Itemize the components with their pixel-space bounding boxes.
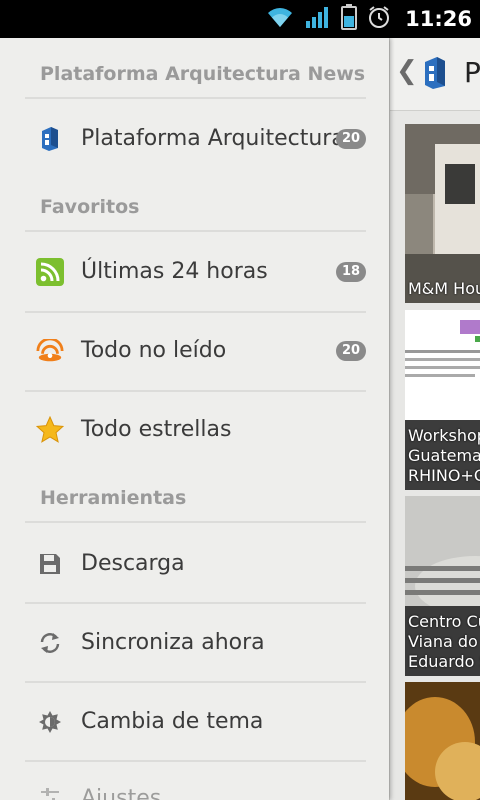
theme-icon: [36, 708, 64, 736]
tools-item-settings[interactable]: Ajustes: [25, 760, 366, 800]
star-icon: [36, 416, 64, 444]
wifi-icon: [265, 5, 295, 33]
article-title: M&M Hou: [408, 279, 480, 298]
drawer-app-title: Plataforma Arquitectura News: [40, 63, 366, 85]
screen: ❮ P M&M Hou Workshop Guatemal RHINO+G Ce…: [0, 38, 480, 800]
article-thumbnail: [405, 682, 480, 800]
status-bar: 11:26: [0, 0, 480, 38]
battery-icon: [341, 4, 358, 34]
divider: [25, 97, 366, 99]
article-card[interactable]: Workshop Guatemal RHINO+G: [405, 310, 480, 490]
navigation-drawer: Plataforma Arquitectura News Plataforma …: [0, 38, 389, 800]
divider: [25, 230, 366, 232]
app-logo-icon[interactable]: [423, 56, 447, 94]
favorites-item-all-unread[interactable]: Todo no leído 20: [25, 312, 366, 390]
tools-item-change-theme[interactable]: Cambia de tema: [25, 683, 366, 761]
tools-item-label: Cambia de tema: [81, 709, 264, 734]
feed-logo-icon: [36, 125, 64, 153]
tools-header: Herramientas: [40, 487, 187, 509]
unread-count-badge: 18: [336, 262, 366, 282]
feed-label: Plataforma Arquitectura: [81, 126, 345, 151]
article-card[interactable]: M&M Hou: [405, 124, 480, 303]
sync-icon: [36, 629, 64, 657]
feed-item-plataforma[interactable]: Plataforma Arquitectura 20: [25, 100, 366, 178]
tools-item-label: Ajustes: [81, 786, 162, 800]
tools-item-label: Descarga: [81, 551, 185, 576]
unread-icon: [36, 337, 64, 365]
favorites-item-all-starred[interactable]: Todo estrellas: [25, 391, 366, 469]
back-chevron-icon[interactable]: ❮: [396, 56, 418, 86]
rss-icon: [36, 258, 64, 286]
clock: 11:26: [405, 7, 472, 31]
tools-item-download[interactable]: Descarga: [25, 525, 366, 603]
article-title: Centro Cu Viana do C Eduardo S: [408, 612, 480, 671]
tools-item-label: Sincroniza ahora: [81, 630, 265, 655]
article-thumbnail: [405, 124, 480, 303]
article-card[interactable]: [405, 682, 480, 800]
unread-count-badge: 20: [336, 341, 366, 361]
content-panel: ❮ P M&M Hou Workshop Guatemal RHINO+G Ce…: [389, 38, 480, 800]
alarm-icon: [367, 5, 391, 33]
settings-icon: [36, 785, 64, 800]
action-bar: ❮ P: [390, 38, 480, 111]
action-bar-title: P: [464, 56, 480, 89]
signal-icon: [305, 5, 331, 33]
favorites-item-label: Últimas 24 horas: [81, 259, 268, 284]
unread-count-badge: 20: [336, 129, 366, 149]
favorites-item-label: Todo no leído: [81, 338, 227, 363]
article-card[interactable]: Centro Cu Viana do C Eduardo S: [405, 496, 480, 676]
favorites-item-label: Todo estrellas: [81, 417, 232, 442]
divider: [25, 521, 366, 523]
article-title: Workshop Guatemal RHINO+G: [408, 426, 480, 485]
favorites-item-latest-24h[interactable]: Últimas 24 horas 18: [25, 233, 366, 311]
favorites-header: Favoritos: [40, 196, 140, 218]
save-icon: [36, 550, 64, 578]
tools-item-sync-now[interactable]: Sincroniza ahora: [25, 604, 366, 682]
